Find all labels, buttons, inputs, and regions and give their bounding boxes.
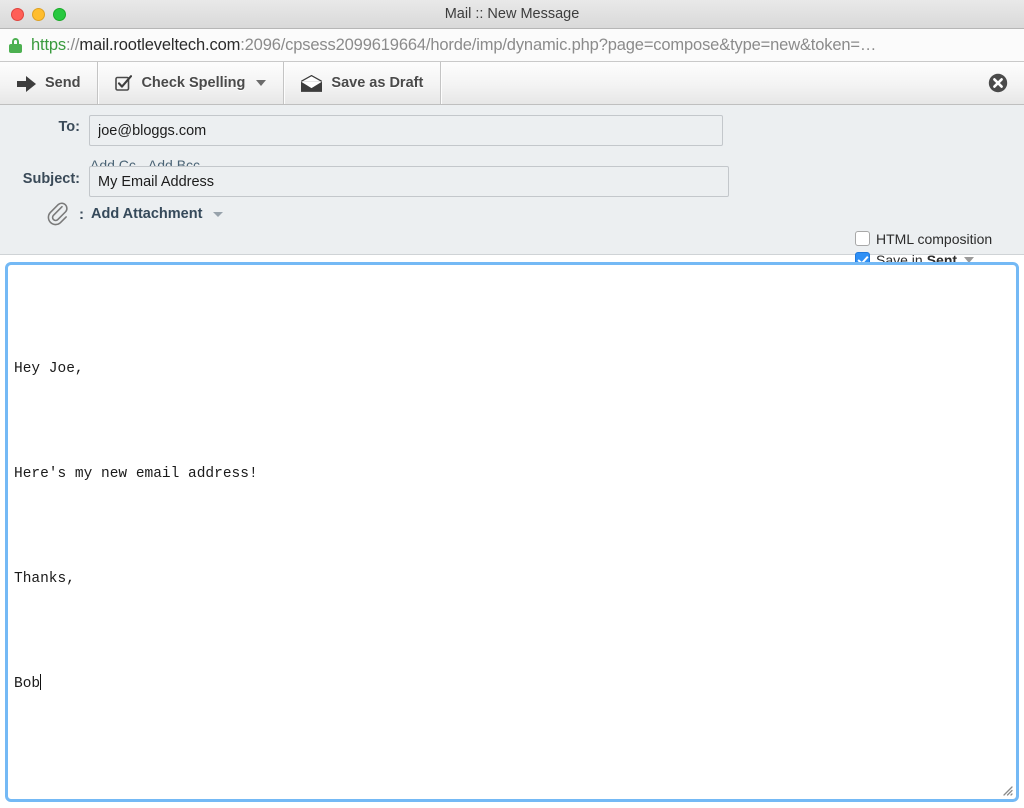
body-line-2: Here's my new email address! <box>14 466 258 482</box>
send-button-label: Send <box>45 75 81 91</box>
compose-header-panel: To: Add Cc Add Bcc Subject: : Add Attach… <box>0 105 1024 310</box>
html-composition-checkbox[interactable] <box>855 231 870 246</box>
save-as-draft-button[interactable]: Save as Draft <box>284 62 442 104</box>
html-composition-option[interactable]: HTML composition <box>855 228 1017 249</box>
to-field-label: To: <box>58 119 80 135</box>
chevron-down-icon[interactable] <box>213 211 224 217</box>
check-spelling-label: Check Spelling <box>141 75 246 91</box>
add-attachment-row: : Add Attachment <box>46 201 224 227</box>
body-line-1: Hey Joe, <box>14 361 84 377</box>
mail-compose-window: Mail :: New Message https://mail.rootlev… <box>0 0 1024 808</box>
message-body-text[interactable]: Hey Joe, Here's my new email address! Th… <box>14 282 258 772</box>
url-host: mail.rootleveltech.com <box>79 35 241 54</box>
envelope-icon <box>301 74 323 92</box>
lock-icon <box>9 37 22 53</box>
body-line-4-text: Bob <box>14 676 41 692</box>
resize-handle[interactable] <box>1000 783 1013 796</box>
to-input[interactable] <box>89 115 723 146</box>
window-title: Mail :: New Message <box>444 6 580 22</box>
url-text: https://mail.rootleveltech.com:2096/cpse… <box>31 36 876 55</box>
compose-toolbar: Send Check Spelling Save as Draft <box>0 62 1024 105</box>
chevron-down-icon[interactable] <box>256 80 267 86</box>
window-titlebar: Mail :: New Message <box>0 0 1024 29</box>
text-cursor <box>40 674 42 690</box>
url-scheme: https <box>31 35 67 54</box>
add-attachment-label[interactable]: Add Attachment <box>91 206 202 222</box>
html-composition-label: HTML composition <box>876 230 993 247</box>
subject-input[interactable] <box>89 166 729 197</box>
url-path: :2096/cpsess2099619664/horde/imp/dynamic… <box>240 35 877 54</box>
attachment-colon: : <box>79 205 84 223</box>
body-line-3: Thanks, <box>14 571 75 587</box>
send-button[interactable]: Send <box>0 62 99 104</box>
url-separator: :// <box>66 35 80 54</box>
subject-field-label: Subject: <box>22 171 80 187</box>
arrow-right-icon <box>17 75 36 92</box>
save-as-draft-label: Save as Draft <box>331 75 424 91</box>
close-compose-icon[interactable] <box>988 73 1008 93</box>
checkbox-check-icon <box>115 74 133 92</box>
paperclip-icon <box>46 201 72 227</box>
body-line-4: Bob <box>14 667 258 702</box>
address-bar[interactable]: https://mail.rootleveltech.com:2096/cpse… <box>0 29 1024 62</box>
check-spelling-button[interactable]: Check Spelling <box>98 62 285 104</box>
message-body-area[interactable]: Hey Joe, Here's my new email address! Th… <box>5 262 1019 802</box>
